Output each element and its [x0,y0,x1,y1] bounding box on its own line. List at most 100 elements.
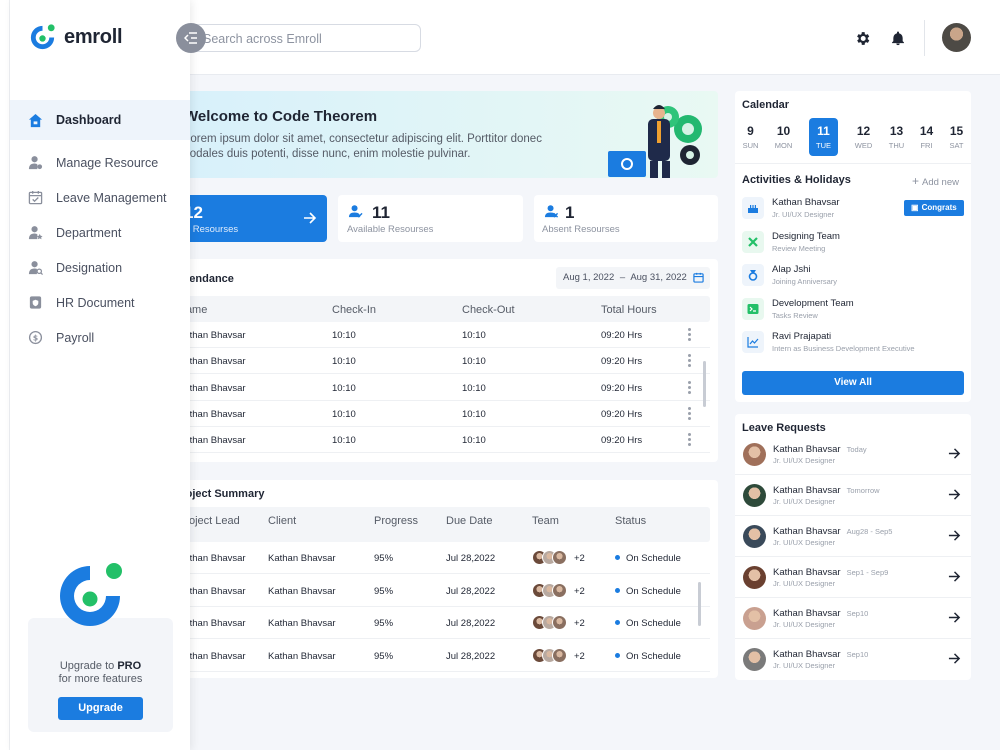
table-row[interactable]: Kathan Bhavsar Kathan Bhavsar 95% Jul 28,20… [168,575,710,607]
status-badge: On Schedule [615,618,681,629]
cell-in: 10:10 [332,356,356,368]
status-badge: On Schedule [615,586,681,597]
calendar-day[interactable]: 10 MON [769,118,798,156]
arrow-right-icon[interactable] [948,652,961,665]
sidebar-item-designation[interactable]: Designation [10,250,190,285]
scrollbar[interactable] [698,582,701,626]
date-to: Aug 31, 2022 [630,272,687,283]
more-options-icon[interactable] [688,354,691,369]
leave-date: Sep10 [846,609,869,618]
more-options-icon[interactable] [688,433,691,448]
arrow-right-icon[interactable] [948,570,961,583]
table-row[interactable]: Kathan Bhavsar Kathan Bhavsar 95% Jul 28,20… [168,640,710,672]
add-new-button[interactable]: + Add new [912,174,959,188]
arrow-right-icon[interactable] [948,447,961,460]
leave-request-item[interactable]: Kathan Bhavsar Aug28 - Sep5 Jr. UI/UX Desi… [735,516,971,557]
arrow-right-icon [304,212,317,224]
table-row[interactable]: Kathan Bhavsar 10:10 10:10 09:20 Hrs [168,427,710,454]
col-total-hours: Total Hours [601,304,657,316]
sidebar-item-dashboard[interactable]: Dashboard [10,100,190,140]
leave-request-name: Kathan Bhavsar Tomorrow [773,485,880,496]
sidebar-item-hr-document[interactable]: HR Document [10,285,190,320]
stat-label: Available Resourses [347,224,434,235]
leave-date: Aug28 - Sep5 [846,527,893,536]
activity-item[interactable]: Ravi Prajapati Intern as Business Develop… [742,329,967,357]
leave-date: Sep1 - Sep9 [846,568,889,577]
team-member-avatar[interactable] [552,615,567,630]
activity-item[interactable]: Development Team Tasks Review [742,296,967,324]
status-label: On Schedule [626,585,681,597]
requester-name: Kathan Bhavsar [773,608,841,619]
sidebar-item-department[interactable]: Department [10,215,190,250]
tools-icon [742,230,764,253]
bell-icon[interactable] [889,29,907,47]
sidebar-item-label: Manage Resource [56,155,159,170]
more-options-icon[interactable] [688,380,691,396]
cell-client: Kathan Bhavsar [268,650,336,662]
add-new-label: Add new [922,177,959,188]
activity-item[interactable]: Alap Jshi Joining Anniversary [742,262,967,290]
avatar [743,525,766,548]
leave-request-item[interactable]: Kathan Bhavsar Sep10 Jr. UI/UX Designer [735,598,971,639]
table-row[interactable]: Kathan Bhavsar 10:10 10:10 09:20 Hrs [168,401,710,427]
avatar [743,566,766,589]
leave-date: Sep10 [846,650,869,659]
cake-icon [742,197,764,219]
table-row[interactable]: Kathan Bhavsar 10:10 10:10 09:20 Hrs [168,322,710,348]
col-due-date: Due Date [446,515,493,527]
calendar-day[interactable]: 9 SUN [736,118,765,156]
arrow-right-icon[interactable] [948,529,961,542]
day-number: 10 [776,124,791,138]
scrollbar[interactable] [703,361,706,407]
sidebar-item-payroll[interactable]: $ Payroll [10,320,190,355]
leave-request-item[interactable]: Kathan Bhavsar Sep10 Jr. UI/UX Designer [735,639,971,680]
calendar-icon [693,272,704,283]
search-input[interactable]: Search across Emroll [190,24,421,52]
document-shield-icon [29,296,42,309]
calendar-day[interactable]: 11 TUE [809,118,838,156]
calendar-day[interactable]: 14 FRI [912,118,941,156]
app-logo[interactable]: emroll [27,22,123,53]
more-options-icon[interactable] [688,406,691,422]
table-row[interactable]: Kathan Bhavsar 10:10 10:10 09:20 Hrs [168,375,710,401]
activity-item[interactable]: Designing Team Review Meeting [742,229,967,257]
day-number: 14 [919,124,934,138]
leave-request-item[interactable]: Kathan Bhavsar Tomorrow Jr. UI/UX Designer [735,475,971,516]
sidebar-item-leave-management[interactable]: Leave Management [10,180,190,215]
requester-name: Kathan Bhavsar [773,567,841,578]
leave-request-role: Jr. UI/UX Designer [773,579,836,588]
sidebar-item-manage-resource[interactable]: Manage Resource [10,145,190,180]
col-status: Status [615,515,647,527]
calendar-day[interactable]: 12 WED [849,118,878,156]
more-options-icon[interactable] [688,328,691,343]
view-all-button[interactable]: View All [742,371,964,395]
cell-out: 10:10 [462,435,486,447]
calendar-day[interactable]: 15 SAT [942,118,971,156]
upgrade-button[interactable]: Upgrade [58,697,143,720]
date-range-picker[interactable]: Aug 1, 2022 – Aug 31, 2022 [556,267,710,289]
table-row[interactable]: Kathan Bhavsar Kathan Bhavsar 95% Jul 28,20… [168,542,710,574]
calendar-day[interactable]: 13 THU [882,118,911,156]
sidebar-item-label: HR Document [56,295,135,310]
status-badge: On Schedule [615,651,681,662]
team-member-avatar[interactable] [552,582,567,598]
user-avatar[interactable] [942,23,971,52]
table-row[interactable]: Kathan Bhavsar Kathan Bhavsar 95% Jul 28,20… [168,607,710,639]
leave-request-item[interactable]: Kathan Bhavsar Today Jr. UI/UX Designer [735,434,971,475]
arrow-right-icon[interactable] [948,488,961,501]
status-dot [615,620,620,625]
activity-item[interactable]: Kathan Bhavsar Jr. UI/UX Designer [742,195,967,223]
gear-icon[interactable] [853,29,871,47]
collapse-sidebar-button[interactable] [176,23,206,53]
arrow-right-icon[interactable] [948,611,961,624]
leave-date: Tomorrow [846,486,880,495]
stat-absent-resources[interactable]: 1 Absent Resourses [534,195,718,242]
team-member-avatar[interactable] [552,647,567,663]
leave-request-item[interactable]: Kathan Bhavsar Sep1 - Sep9 Jr. UI/UX Desig… [735,557,971,598]
cell-out: 10:10 [462,382,486,394]
leave-request-name: Kathan Bhavsar Sep10 [773,649,868,660]
table-row[interactable]: Kathan Bhavsar 10:10 10:10 09:20 Hrs [168,348,710,375]
team-member-avatar[interactable] [552,550,567,565]
sidebar-item-label: Payroll [56,330,95,345]
stat-available-resources[interactable]: 11 Available Resourses [338,195,523,242]
